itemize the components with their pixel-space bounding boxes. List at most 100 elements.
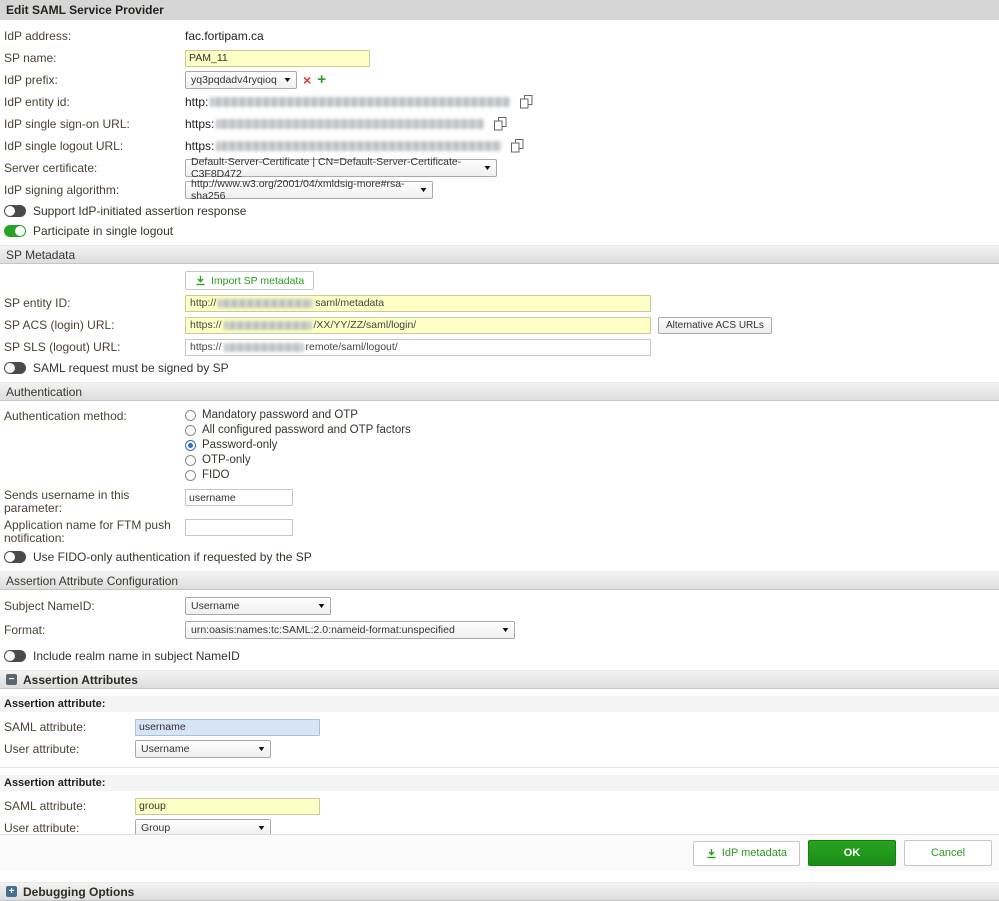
toggle-row-fido-only: Use FIDO-only authentication if requeste… <box>0 550 999 564</box>
chevron-down-icon: ▼ <box>501 627 511 634</box>
single-logout-toggle[interactable] <box>4 225 26 237</box>
ftm-app-input[interactable] <box>185 519 293 536</box>
radio-mandatory-password-otp[interactable]: Mandatory password and OTP <box>185 409 411 421</box>
idp-metadata-button-label: IdP metadata <box>722 847 787 859</box>
field-row-subject-nameid: Subject NameID: Username ▼ <box>0 597 999 615</box>
idp-signing-algorithm-select[interactable]: http://www.w3.org/2001/04/xmldsig-more#r… <box>185 181 433 199</box>
sp-entity-id-input[interactable]: http:// saml/metadata <box>185 295 651 312</box>
nameid-format-value: urn:oasis:names:tc:SAML:2.0:nameid-forma… <box>191 624 455 636</box>
idp-initiated-toggle[interactable] <box>4 205 26 217</box>
user-attribute-value-1: Username <box>141 743 189 755</box>
idp-sso-url-label: IdP single sign-on URL: <box>4 118 185 131</box>
sp-name-input[interactable] <box>185 50 370 67</box>
toggle-row-idp-initiated: Support IdP-initiated assertion response <box>0 204 999 218</box>
sp-name-label: SP name: <box>4 52 185 65</box>
field-row-idp-slo-url: IdP single logout URL: https: <box>0 137 999 155</box>
idp-prefix-label: IdP prefix: <box>4 74 185 87</box>
expand-icon[interactable]: + <box>6 886 17 897</box>
fido-only-toggle-label: Use FIDO-only authentication if requeste… <box>33 550 312 564</box>
collapse-icon[interactable]: − <box>6 674 17 685</box>
server-certificate-value: Default-Server-Certificate | CN=Default-… <box>191 156 478 180</box>
field-row-sp-name: SP name: <box>0 49 999 67</box>
idp-slo-url-scheme: https: <box>185 139 214 153</box>
server-certificate-label: Server certificate: <box>4 162 185 175</box>
redacted-idp-slo-url <box>216 141 501 151</box>
sp-sls-url-input[interactable]: https:// remote/saml/logout/ <box>185 339 651 356</box>
alternative-acs-urls-button[interactable]: Alternative ACS URLs <box>658 317 772 334</box>
toggle-row-single-logout: Participate in single logout <box>0 224 999 238</box>
idp-signing-algorithm-value: http://www.w3.org/2001/04/xmldsig-more#r… <box>191 178 414 202</box>
field-row-user-attribute-1: User attribute: Username ▼ <box>0 740 999 758</box>
assertion-attribute-group-2: Assertion attribute: SAML attribute: Use… <box>0 767 999 837</box>
nameid-format-label: Format: <box>4 624 185 637</box>
copy-icon[interactable] <box>494 117 507 131</box>
authentication-section-title: Authentication <box>6 383 82 401</box>
copy-icon[interactable] <box>520 95 533 109</box>
sp-entity-id-label: SP entity ID: <box>4 297 185 310</box>
saml-attribute-input-1[interactable] <box>135 719 320 736</box>
sp-entity-id-prefix: http:// <box>190 297 216 309</box>
include-realm-toggle[interactable] <box>4 650 26 662</box>
radio-password-only[interactable]: Password-only <box>185 439 411 451</box>
assertion-attribute-subheader: Assertion attribute: <box>0 696 999 712</box>
sp-sls-url-label: SP SLS (logout) URL: <box>4 341 185 354</box>
server-certificate-select[interactable]: Default-Server-Certificate | CN=Default-… <box>185 159 497 177</box>
field-row-sp-acs-url: SP ACS (login) URL: https:// /XX/YY/ZZ/s… <box>0 316 999 334</box>
delete-prefix-icon[interactable]: × <box>303 73 311 87</box>
user-attribute-label: User attribute: <box>4 743 135 756</box>
sp-acs-url-prefix: https:// <box>190 319 222 331</box>
cancel-button[interactable]: Cancel <box>904 840 992 866</box>
field-row-idp-signing-algorithm: IdP signing algorithm: http://www.w3.org… <box>0 181 999 199</box>
subject-nameid-select[interactable]: Username ▼ <box>185 597 331 615</box>
sp-acs-url-input[interactable]: https:// /XX/YY/ZZ/saml/login/ <box>185 317 651 334</box>
chevron-down-icon: ▼ <box>419 187 429 194</box>
chevron-down-icon: ▼ <box>283 77 293 84</box>
field-row-ftm-app: Application name for FTM push notificati… <box>0 519 999 545</box>
username-param-label: Sends username in this parameter: <box>4 489 185 515</box>
username-param-input[interactable] <box>185 489 293 506</box>
add-prefix-icon[interactable]: + <box>317 73 326 87</box>
auth-method-radio-group: Mandatory password and OTP All configure… <box>185 408 411 481</box>
import-sp-metadata-button[interactable]: Import SP metadata <box>185 271 314 290</box>
idp-prefix-value: yq3pqdadv4ryqioq <box>191 74 277 86</box>
footer-bar: IdP metadata OK Cancel <box>0 834 999 871</box>
ftm-app-label: Application name for FTM push notificati… <box>4 519 185 545</box>
radio-label: OTP-only <box>202 454 251 466</box>
chevron-down-icon: ▼ <box>483 165 493 172</box>
subject-nameid-label: Subject NameID: <box>4 600 185 613</box>
chevron-down-icon: ▼ <box>317 603 327 610</box>
ok-button[interactable]: OK <box>808 840 896 866</box>
field-row-sp-entity-id: SP entity ID: http:// saml/metadata <box>0 294 999 312</box>
sp-acs-url-label: SP ACS (login) URL: <box>4 319 185 332</box>
field-row-saml-attribute-1: SAML attribute: <box>0 718 999 736</box>
section-debugging-options: + Debugging Options <box>0 882 999 901</box>
radio-all-configured-factors[interactable]: All configured password and OTP factors <box>185 424 411 436</box>
redacted-idp-sso-url <box>216 119 484 129</box>
nameid-format-select[interactable]: urn:oasis:names:tc:SAML:2.0:nameid-forma… <box>185 621 515 639</box>
radio-label: Mandatory password and OTP <box>202 409 358 421</box>
saml-signed-toggle[interactable] <box>4 362 26 374</box>
field-row-idp-entity-id: IdP entity id: http: <box>0 93 999 111</box>
section-assertion-config: Assertion Attribute Configuration <box>0 571 999 590</box>
idp-prefix-select[interactable]: yq3pqdadv4ryqioq ▼ <box>185 71 297 89</box>
sp-entity-id-suffix: saml/metadata <box>315 297 384 309</box>
fido-only-toggle[interactable] <box>4 551 26 563</box>
redacted-idp-entity-id <box>210 97 510 107</box>
idp-metadata-button[interactable]: IdP metadata <box>693 841 800 866</box>
idp-entity-id-scheme: http: <box>185 95 208 109</box>
radio-icon <box>185 455 196 466</box>
radio-fido[interactable]: FIDO <box>185 469 411 481</box>
idp-signing-algorithm-label: IdP signing algorithm: <box>4 184 185 197</box>
saml-attribute-input-2[interactable] <box>135 798 320 815</box>
subject-nameid-value: Username <box>191 600 239 612</box>
user-attribute-select-1[interactable]: Username ▼ <box>135 740 271 758</box>
radio-otp-only[interactable]: OTP-only <box>185 454 411 466</box>
copy-icon[interactable] <box>511 139 524 153</box>
form-content: IdP address: fac.fortipam.ca SP name: Id… <box>0 20 999 901</box>
saml-attribute-label: SAML attribute: <box>4 800 135 813</box>
section-authentication: Authentication <box>0 382 999 401</box>
idp-address-value: fac.fortipam.ca <box>185 29 264 43</box>
sp-sls-url-suffix: remote/saml/logout/ <box>306 341 398 353</box>
redacted-sp-sls-url <box>224 343 304 352</box>
chevron-down-icon: ▼ <box>257 746 267 753</box>
